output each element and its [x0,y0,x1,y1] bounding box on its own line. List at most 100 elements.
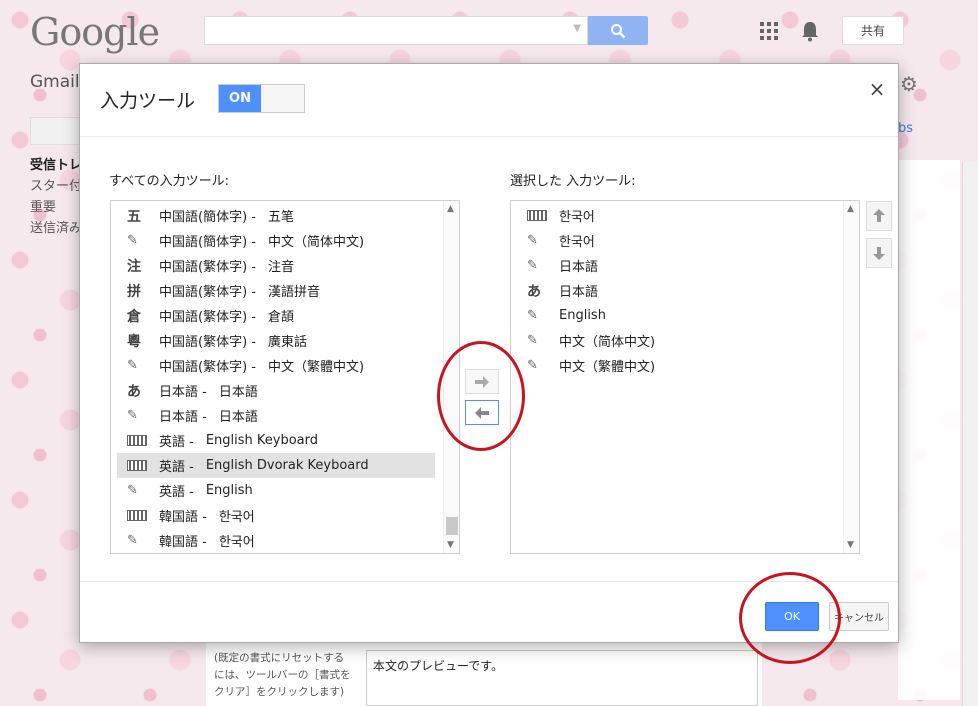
arrow-up-icon [873,209,885,222]
tool-icon-wrapper: ✎ [527,333,553,348]
keyboard-icon [127,435,147,446]
tool-name: 한국어 [559,210,595,225]
settings-panel-background [898,160,960,700]
handwriting-pen-icon: ✎ [127,233,138,248]
selected-tools-scrollbar[interactable]: ▲ ▼ [843,201,859,553]
list-item[interactable]: 倉 中国語(繁体字) - 倉頡 [117,303,435,328]
list-item[interactable]: ✎ 日本語 - 日本語 [117,403,435,428]
list-item[interactable]: 英語 - English Dvorak Keyboard [117,453,435,478]
scroll-down-icon[interactable]: ▼ [447,540,454,550]
handwriting-pen-icon: ✎ [127,408,138,423]
all-tools-list[interactable]: 五中国語(簡体字) - 五笔 ✎ 中国語(簡体字) - 中文（简体中文) 注中国語(繁体字… [110,200,460,554]
scroll-up-icon[interactable]: ▲ [447,204,454,214]
list-item[interactable]: 拼 中国語(繁体字) - 漢語拼音 [117,278,435,303]
handwriting-pen-icon: ✎ [127,358,138,373]
all-tools-title: すべての入力ツール: [109,174,229,189]
list-item[interactable]: ✎ 中国語(簡体字) - 中文（简体中文) [117,228,435,253]
settings-link-fragment[interactable]: bs [898,121,913,136]
scroll-down-icon[interactable]: ▼ [847,540,854,550]
tool-name: English [559,308,606,323]
nav-sent[interactable]: 送信済み [30,218,80,239]
notification-bell-icon[interactable] [800,20,820,42]
list-item[interactable]: 注 中国語(繁体字) - 注音 [117,253,435,278]
remove-tool-button[interactable] [465,400,499,425]
list-item[interactable]: ✎ 中国語(繁体字) - 中文（繁體中文) [117,353,435,378]
ime-character-icon: 倉 [127,308,141,325]
selected-tools-rows: 한국어 ✎ 한국어 ✎ 日本語あ日本語 ✎ English ✎ 中文（简体中文) ✎ 中文（繁體中文… [517,203,835,378]
tool-name: 倉頡 [267,310,294,325]
move-up-button[interactable] [866,201,892,231]
search-dropdown-icon[interactable]: ▼ [573,23,581,34]
add-tool-button[interactable] [465,369,499,394]
tool-language: 中国語(簡体字) - [159,210,256,225]
tool-icon-wrapper: ✎ [527,358,553,373]
scrollbar-thumb[interactable] [446,517,458,535]
gmail-menu-label[interactable]: Gmail [30,72,80,92]
tool-name: 한국어 [559,235,595,250]
list-item[interactable]: 五 中国語(簡体字) - 五笔 [117,203,435,228]
tool-icon-wrapper [127,435,153,446]
toggle-on-label: ON [219,85,261,112]
tool-name: 中文（繁體中文) [267,360,365,375]
tool-icon-wrapper [127,460,153,471]
list-item[interactable]: あ 日本語 [517,278,835,303]
keyboard-icon [527,210,547,221]
arrow-left-icon [475,406,489,419]
compose-button[interactable] [30,117,80,145]
share-button[interactable]: 共有 [842,16,904,45]
tool-name: 中文（繁體中文) [559,360,656,375]
arrow-right-icon [475,375,489,388]
list-item[interactable]: ✎ 韓国語 - 한국어 [117,528,435,553]
input-tools-toggle[interactable]: ON [218,84,305,113]
list-item[interactable]: ✎ 日本語 [517,253,835,278]
search-button[interactable] [588,16,648,45]
tool-language: 中国語(繁体字) - [159,285,256,300]
google-logo[interactable]: Google [30,10,160,54]
tool-name: English Keyboard [205,433,319,448]
settings-gear-icon[interactable]: ⚙ [900,72,918,96]
tool-icon-wrapper: ✎ [527,258,553,273]
nav-starred[interactable]: スター付き [30,176,80,197]
tool-name: 中文（简体中文) [559,335,656,350]
cancel-button[interactable]: キャンセル [829,602,889,631]
ime-character-icon: あ [527,283,541,300]
divider [80,581,898,582]
list-item[interactable]: ✎ 英語 - English [117,478,435,503]
list-item[interactable]: ✎ 中文（繁體中文) [517,353,835,378]
tool-language: 日本語 - [159,385,207,400]
nav-inbox[interactable]: 受信トレイ [30,155,80,176]
tool-icon-wrapper [527,210,553,221]
ok-button[interactable]: OK [765,602,819,631]
scroll-up-icon[interactable]: ▲ [847,204,854,214]
input-tools-dialog: 入力ツール ON × すべての入力ツール: 選択した 入力ツール: 五中国語(簡… [79,63,899,643]
tool-language: 中国語(繁体字) - [159,260,256,275]
keyboard-icon [127,460,147,471]
list-item[interactable]: ✎ English [517,303,835,328]
apps-grid-icon[interactable] [760,22,778,40]
page-scrollbar[interactable] [962,162,978,706]
all-tools-rows: 五中国語(簡体字) - 五笔 ✎ 中国語(簡体字) - 中文（简体中文) 注中国語(繁体字… [117,203,435,553]
tool-language: 英語 - [159,485,194,500]
search-input[interactable]: ▼ [204,16,588,45]
list-item[interactable]: 한국어 [517,203,835,228]
selected-tools-list[interactable]: 한국어 ✎ 한국어 ✎ 日本語あ日本語 ✎ English ✎ 中文（简体中文) ✎ 中文（繁體中文… [510,200,860,554]
gmail-left-nav: 受信トレイ スター付き 重要 送信済み [30,155,80,239]
list-item[interactable]: あ 日本語 - 日本語 [117,378,435,403]
list-item[interactable]: 英語 - English Keyboard [117,428,435,453]
nav-important[interactable]: 重要 [30,197,80,218]
close-icon[interactable]: × [866,77,888,101]
list-item[interactable]: 韓国語 - 한국어 [117,503,435,528]
move-down-button[interactable] [866,238,892,268]
tool-name: 中文（简体中文) [267,235,365,250]
list-item[interactable]: 粵 中国語(繁体字) - 廣東話 [117,328,435,353]
all-tools-scrollbar[interactable]: ▲ ▼ [443,201,459,553]
ime-character-icon: 粵 [127,333,141,350]
keyboard-icon [127,510,147,521]
tool-language: 英語 - [159,435,194,450]
preview-text-box: 本文のプレビューです。 [366,650,758,706]
tool-icon-wrapper: ✎ [127,358,153,373]
handwriting-pen-icon: ✎ [127,533,138,548]
list-item[interactable]: ✎ 한국어 [517,228,835,253]
list-item[interactable]: ✎ 中文（简体中文) [517,328,835,353]
divider [80,136,898,137]
